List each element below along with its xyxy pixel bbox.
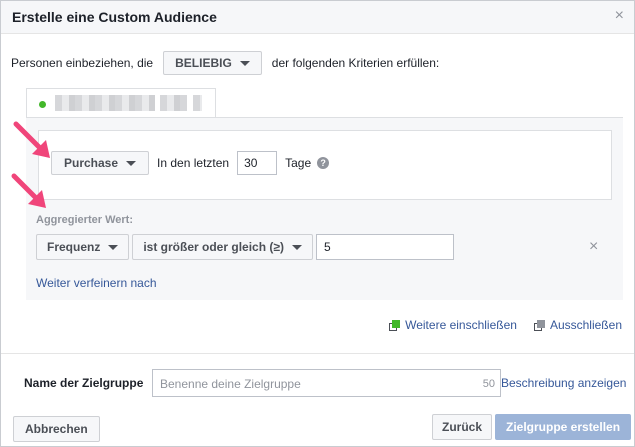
show-description-link[interactable]: Beschreibung anzeigen	[501, 376, 626, 390]
rule-panel: Purchase In den letzten 30 Tage ? Aggreg…	[26, 117, 623, 300]
chevron-down-icon	[291, 244, 302, 250]
dialog-header: Erstelle eine Custom Audience ×	[1, 1, 634, 34]
match-mode-dropdown[interactable]: BELIEBIG	[163, 51, 262, 75]
close-icon[interactable]: ×	[615, 7, 624, 25]
custom-audience-dialog: Erstelle eine Custom Audience × Personen…	[0, 0, 635, 447]
days-unit-label: Tage	[285, 156, 312, 170]
include-suffix-text: der folgenden Kriterien erfüllen:	[271, 56, 440, 70]
audience-name-input[interactable]: Benenne deine Zielgruppe 50	[152, 369, 501, 397]
exclude-link[interactable]: Ausschließen	[533, 318, 622, 332]
exclude-icon	[533, 319, 545, 331]
days-input[interactable]: 30	[237, 151, 278, 175]
include-prefix-text: Personen einbeziehen, die	[11, 56, 154, 70]
annotation-arrow-icon	[11, 173, 46, 208]
include-more-link[interactable]: Weitere einschließen	[389, 318, 517, 332]
char-count: 50	[482, 378, 495, 390]
refine-further-link[interactable]: Weiter verfeinern nach	[36, 276, 157, 290]
audience-name-label: Name der Zielgruppe	[24, 376, 144, 390]
include-icon	[389, 319, 401, 331]
metric-dropdown-label: Frequenz	[47, 240, 101, 254]
dialog-title: Erstelle eine Custom Audience	[12, 9, 217, 25]
chevron-down-icon	[126, 160, 137, 166]
operator-dropdown[interactable]: ist größer oder gleich (≥)	[132, 234, 313, 260]
back-button[interactable]: Zurück	[432, 414, 493, 440]
status-dot-icon	[39, 101, 46, 108]
aggregated-value-label: Aggregierter Wert:	[36, 214, 133, 226]
source-tab[interactable]	[26, 88, 216, 118]
exclude-label: Ausschließen	[549, 318, 622, 332]
chevron-down-icon	[108, 244, 119, 250]
aggregated-value-row: Frequenz ist größer oder gleich (≥) 5	[36, 234, 454, 260]
cancel-button[interactable]: Abbrechen	[13, 416, 100, 442]
event-dropdown[interactable]: Purchase	[51, 151, 150, 175]
annotation-arrow-icon	[13, 121, 50, 158]
redacted-source-name	[193, 95, 202, 111]
aggregated-value-input[interactable]: 5	[315, 234, 454, 260]
include-criteria-row: Personen einbeziehen, die BELIEBIG der f…	[11, 51, 439, 75]
dialog-footer: Abbrechen Zurück Zielgruppe erstellen	[1, 404, 634, 446]
chevron-down-icon	[239, 60, 250, 66]
operator-dropdown-label: ist größer oder gleich (≥)	[143, 240, 284, 254]
event-dropdown-label: Purchase	[64, 156, 119, 170]
metric-dropdown[interactable]: Frequenz	[36, 234, 130, 260]
create-audience-button[interactable]: Zielgruppe erstellen	[495, 414, 632, 440]
remove-rule-icon[interactable]: ×	[589, 238, 598, 256]
section-divider	[1, 353, 634, 354]
redacted-source-name	[55, 95, 155, 111]
info-icon[interactable]: ?	[317, 157, 330, 169]
redacted-source-name	[160, 95, 187, 111]
include-exclude-links: Weitere einschließen Ausschließen	[389, 318, 622, 332]
include-more-label: Weitere einschließen	[405, 318, 517, 332]
match-mode-label: BELIEBIG	[175, 56, 232, 70]
event-rule-box: Purchase In den letzten 30 Tage ?	[38, 130, 612, 200]
audience-name-placeholder: Benenne deine Zielgruppe	[160, 377, 301, 391]
period-label: In den letzten	[157, 156, 230, 170]
event-rule-row: Purchase In den letzten 30 Tage ?	[51, 151, 330, 175]
